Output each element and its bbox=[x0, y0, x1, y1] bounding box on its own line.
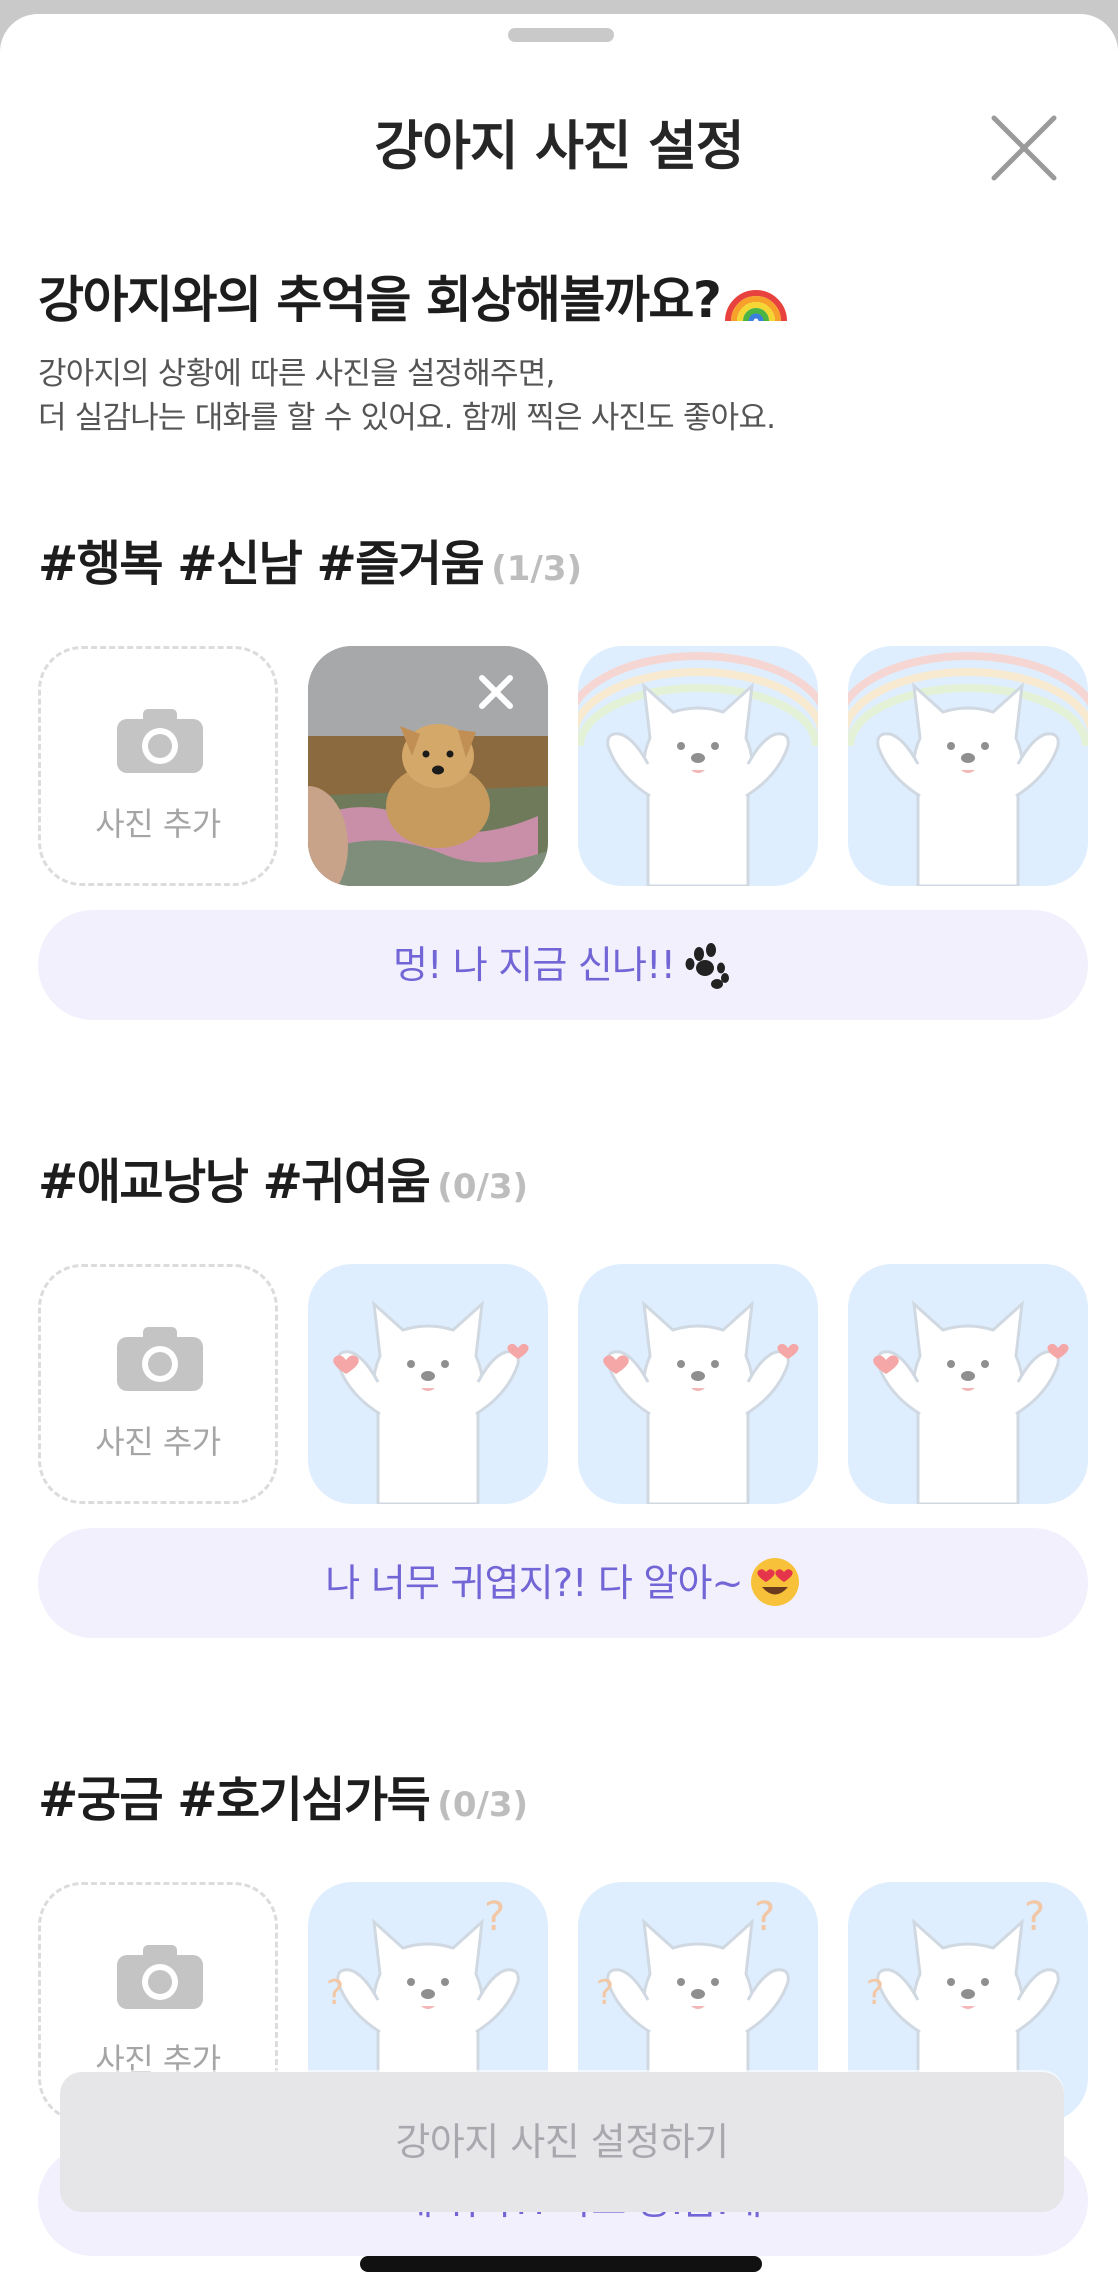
intro-desc-line-1: 강아지의 상황에 따른 사진을 설정해주면, bbox=[38, 356, 555, 392]
add-photo-button[interactable]: 사진 추가 bbox=[38, 646, 278, 886]
placeholder-photo[interactable] bbox=[848, 646, 1088, 886]
rainbow-dog-illustration bbox=[848, 652, 1088, 886]
intro-description: 강아지의 상황에 따른 사진을 설정해주면, 더 실감나는 대화를 할 수 있어… bbox=[38, 352, 776, 440]
section-count: (0/3) bbox=[437, 1167, 529, 1207]
placeholder-photo[interactable] bbox=[578, 646, 818, 886]
close-icon[interactable] bbox=[990, 114, 1058, 182]
dog-photo[interactable] bbox=[308, 646, 548, 886]
sheet-grabber[interactable] bbox=[508, 28, 614, 42]
remove-photo-icon[interactable] bbox=[474, 670, 518, 714]
svg-text:?: ? bbox=[484, 1894, 505, 1940]
message-pill[interactable]: 나 너무 귀엽지?! 다 알아~ bbox=[38, 1528, 1088, 1638]
svg-text:?: ? bbox=[866, 1973, 884, 2013]
camera-icon bbox=[117, 1327, 203, 1391]
paw-icon bbox=[685, 943, 730, 989]
section-title: #애교낭낭 #귀여움 (0/3) bbox=[38, 1142, 528, 1212]
section-title-text: #궁금 #호기심가득 bbox=[38, 1772, 431, 1828]
section-title-text: #행복 #신남 #즐거움 bbox=[38, 536, 485, 592]
intro-title: 강아지와의 추억을 회상해볼까요? bbox=[38, 260, 788, 332]
page-title: 강아지 사진 설정 bbox=[374, 116, 744, 177]
home-indicator bbox=[360, 2256, 762, 2272]
message-pill[interactable]: 멍! 나 지금 신나!! bbox=[38, 910, 1088, 1020]
heart-dog-illustration bbox=[333, 1302, 529, 1504]
section-count: (1/3) bbox=[491, 549, 583, 589]
section-title: #행복 #신남 #즐거움 (1/3) bbox=[38, 524, 582, 594]
svg-text:?: ? bbox=[754, 1894, 775, 1940]
camera-icon bbox=[117, 709, 203, 773]
svg-text:?: ? bbox=[326, 1973, 344, 2013]
set-dog-photo-button[interactable]: 강아지 사진 설정하기 bbox=[60, 2072, 1064, 2212]
placeholder-photo[interactable] bbox=[848, 1264, 1088, 1504]
bottom-sheet: 강아지 사진 설정 강아지와의 추억을 회상해볼까요? 강아지의 상황에 따른 … bbox=[0, 14, 1118, 2288]
rainbow-dog-illustration bbox=[578, 652, 818, 886]
message-text: 멍! 나 지금 신나!! bbox=[392, 943, 676, 987]
add-photo-button[interactable]: 사진 추가 bbox=[38, 1264, 278, 1504]
heart-eyes-icon bbox=[750, 1558, 799, 1606]
placeholder-photo[interactable] bbox=[308, 1264, 548, 1504]
heart-dog-illustration bbox=[873, 1302, 1069, 1504]
section-title-text: #애교낭낭 #귀여움 bbox=[38, 1154, 431, 1210]
camera-icon bbox=[117, 1945, 203, 2009]
placeholder-photo[interactable] bbox=[578, 1264, 818, 1504]
svg-text:?: ? bbox=[1024, 1894, 1045, 1940]
photo-row: 사진 추가 bbox=[38, 646, 1088, 886]
photo-row: 사진 추가 bbox=[38, 1264, 1088, 1504]
add-photo-label: 사진 추가 bbox=[95, 1423, 221, 1461]
message-text: 나 너무 귀엽지?! 다 알아~ bbox=[325, 1561, 743, 1605]
section-title: #궁금 #호기심가득 (0/3) bbox=[38, 1760, 528, 1830]
add-photo-label: 사진 추가 bbox=[95, 805, 221, 843]
intro-title-text: 강아지와의 추억을 회상해볼까요? bbox=[38, 271, 722, 329]
heart-dog-illustration bbox=[603, 1302, 799, 1504]
rainbow-icon bbox=[725, 290, 788, 322]
section-count: (0/3) bbox=[437, 1785, 529, 1825]
svg-text:?: ? bbox=[596, 1973, 614, 2013]
intro-desc-line-2: 더 실감나는 대화를 할 수 있어요. 함께 찍은 사진도 좋아요. bbox=[38, 400, 776, 436]
